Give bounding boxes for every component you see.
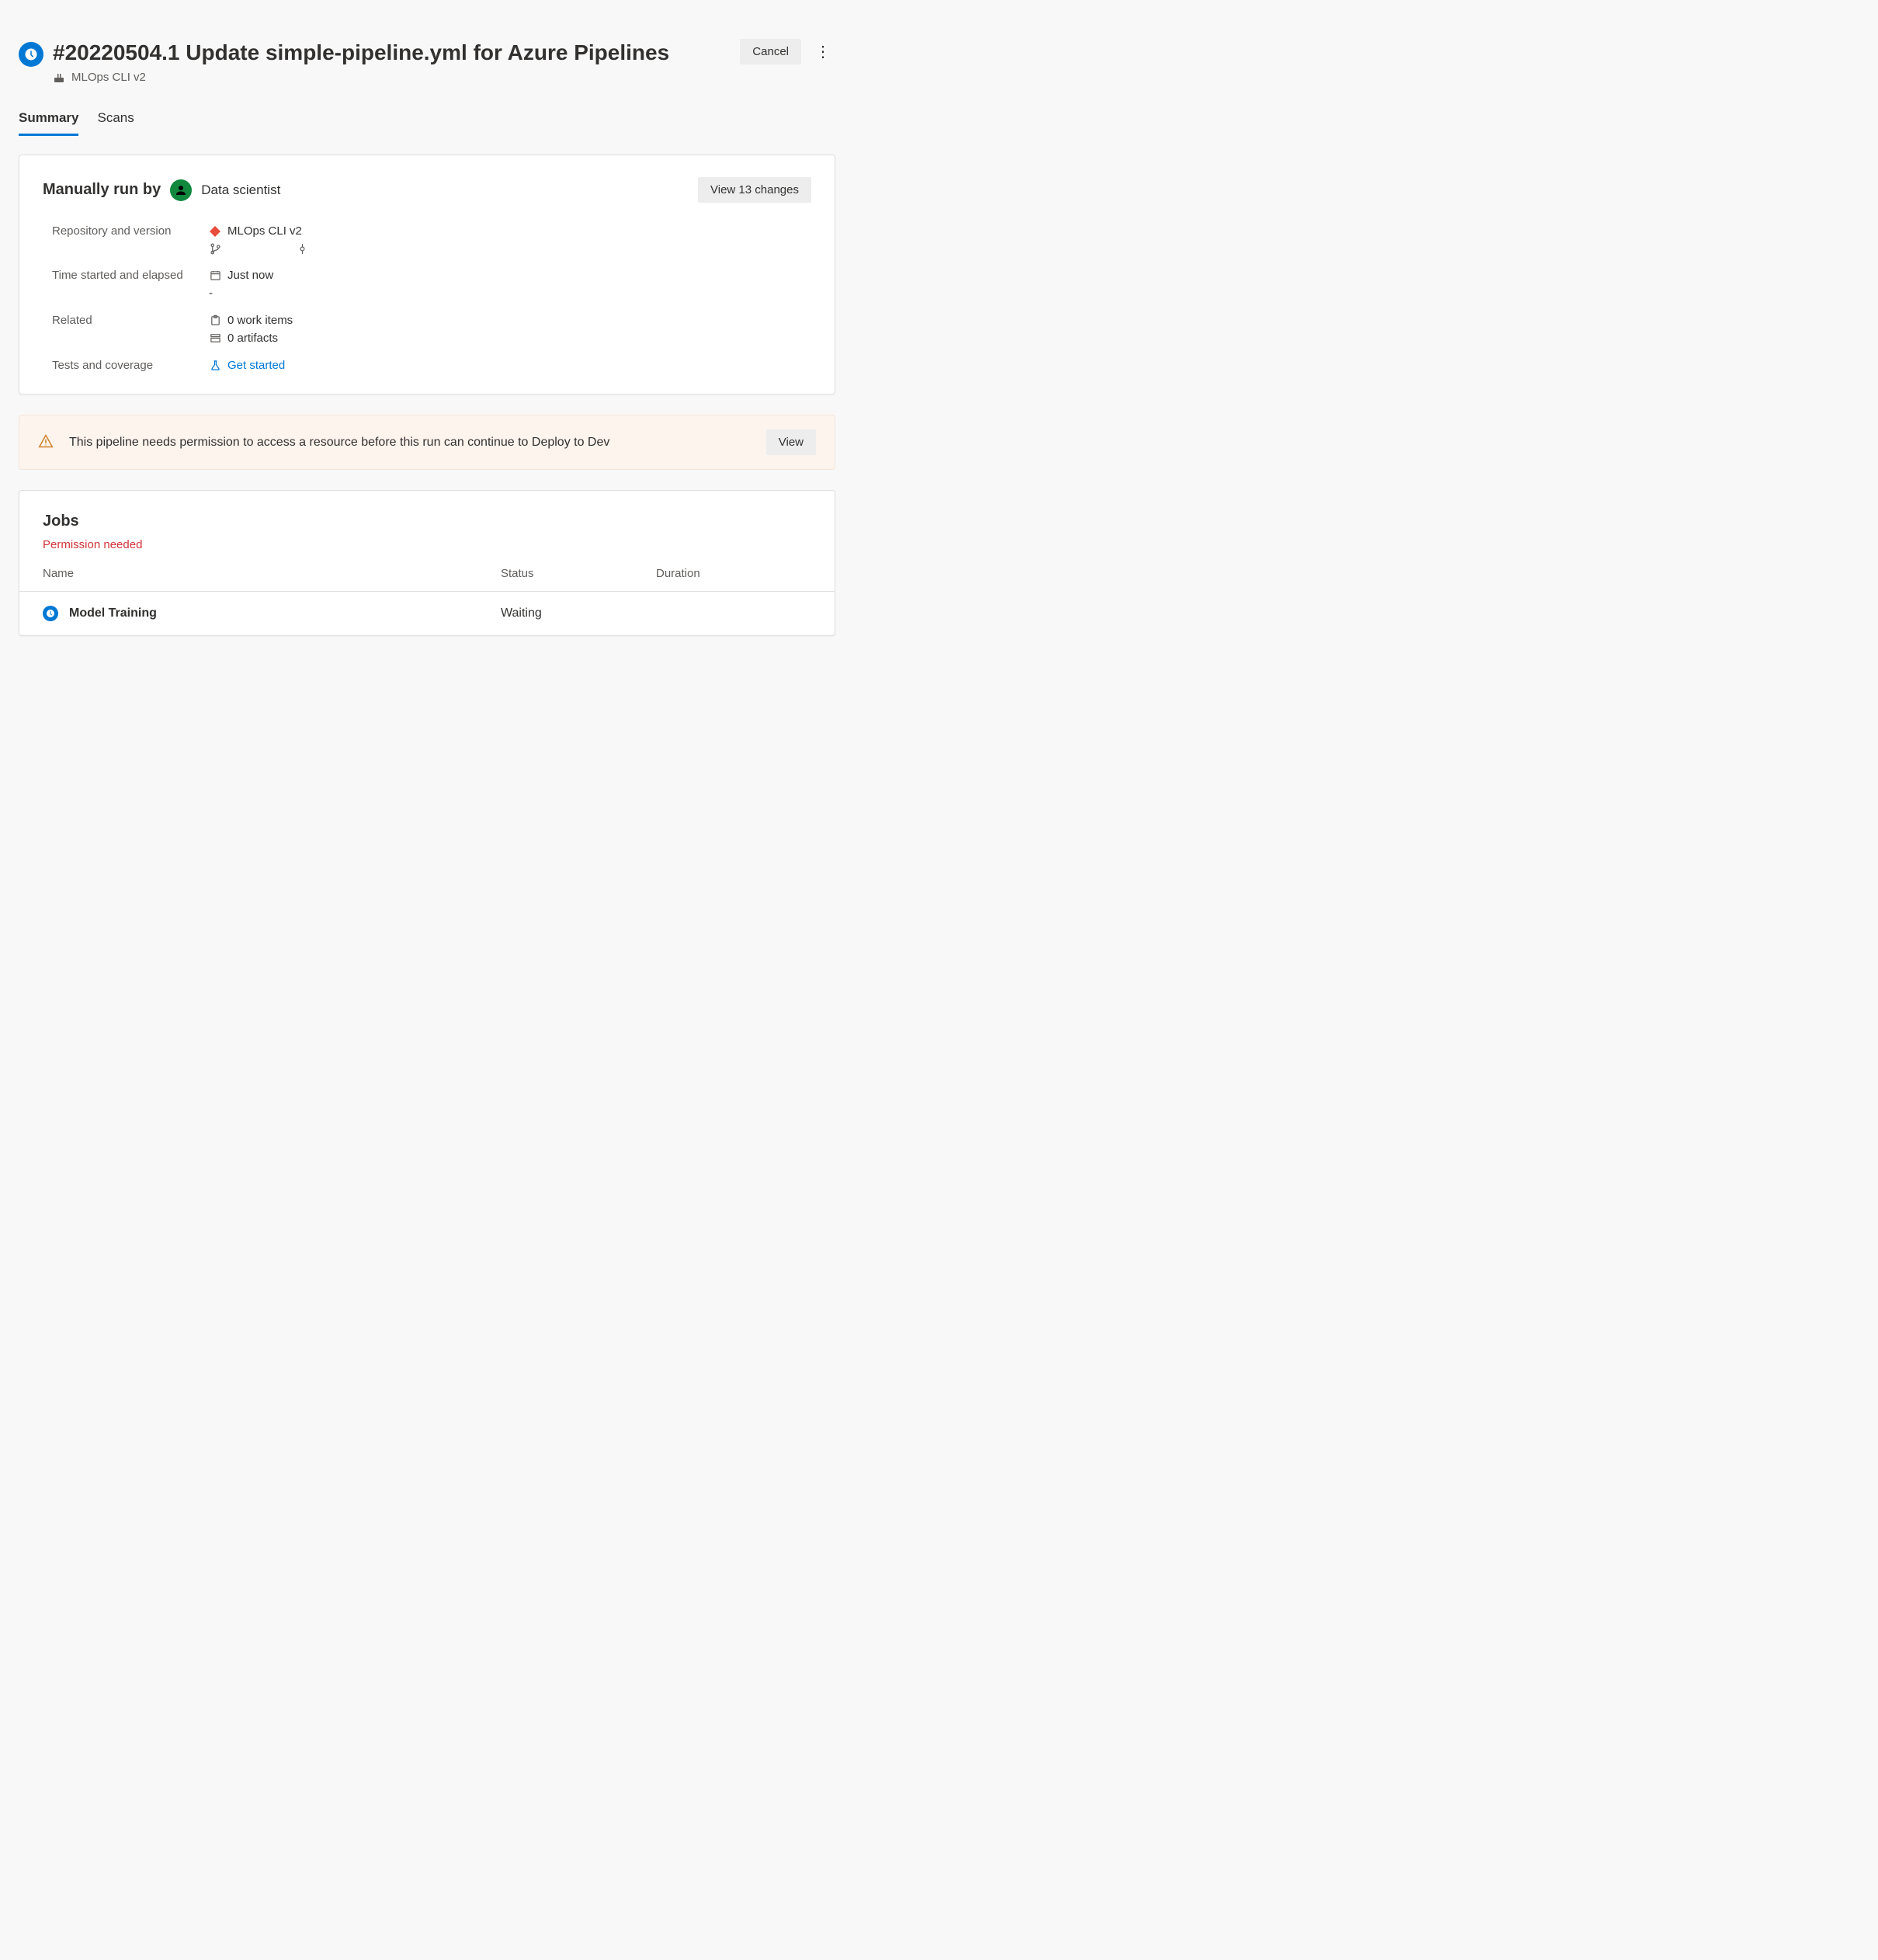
repo-label: Repository and version [52,224,200,255]
banner-view-button[interactable]: View [766,429,816,455]
cancel-button[interactable]: Cancel [740,39,801,64]
time-elapsed: - [209,287,213,300]
tab-scans[interactable]: Scans [97,106,134,136]
view-changes-button[interactable]: View 13 changes [698,177,811,203]
job-name-text: Model Training [69,606,157,620]
artifacts-link[interactable]: 0 artifacts [209,332,811,345]
pipeline-subtitle[interactable]: MLOps CLI v2 [53,71,731,84]
run-by-user: Data scientist [201,182,280,198]
pipeline-icon [53,71,65,84]
banner-text: This pipeline needs permission to access… [69,433,751,452]
pipeline-name: MLOps CLI v2 [71,71,146,84]
col-status: Status [501,567,656,580]
tab-summary[interactable]: Summary [19,106,78,136]
job-row[interactable]: Model Training Waiting [19,591,835,635]
jobs-stage-status: Permission needed [43,538,811,551]
related-label: Related [52,314,200,345]
time-label: Time started and elapsed [52,269,200,300]
repo-icon [209,225,221,238]
tabs: Summary Scans [19,106,835,136]
time-started: Just now [227,269,273,282]
run-by-prefix: Manually run by [43,181,161,199]
permission-banner: This pipeline needs permission to access… [19,415,835,470]
jobs-card: Jobs Permission needed Name Status Durat… [19,490,835,636]
repo-value[interactable]: MLOps CLI v2 [209,224,811,238]
page-title: #20220504.1 Update simple-pipeline.yml f… [53,39,731,66]
commit-icon[interactable] [296,242,308,255]
calendar-icon [209,269,221,282]
branch-icon[interactable] [209,242,221,255]
job-status-icon [43,606,58,621]
flask-icon [209,360,221,372]
summary-card: Manually run by Data scientist View 13 c… [19,155,835,394]
col-name: Name [43,567,501,580]
tests-label: Tests and coverage [52,359,200,372]
work-items-link[interactable]: 0 work items [209,314,811,327]
job-status-text: Waiting [501,606,656,620]
more-actions-button[interactable]: ⋮ [811,40,835,64]
artifact-icon [209,332,221,345]
jobs-title: Jobs [43,513,811,530]
clipboard-icon [209,315,221,327]
avatar [170,179,192,201]
run-status-icon [19,42,43,67]
col-duration: Duration [656,567,811,580]
tests-get-started-link[interactable]: Get started [227,359,285,372]
warning-icon [38,433,54,451]
